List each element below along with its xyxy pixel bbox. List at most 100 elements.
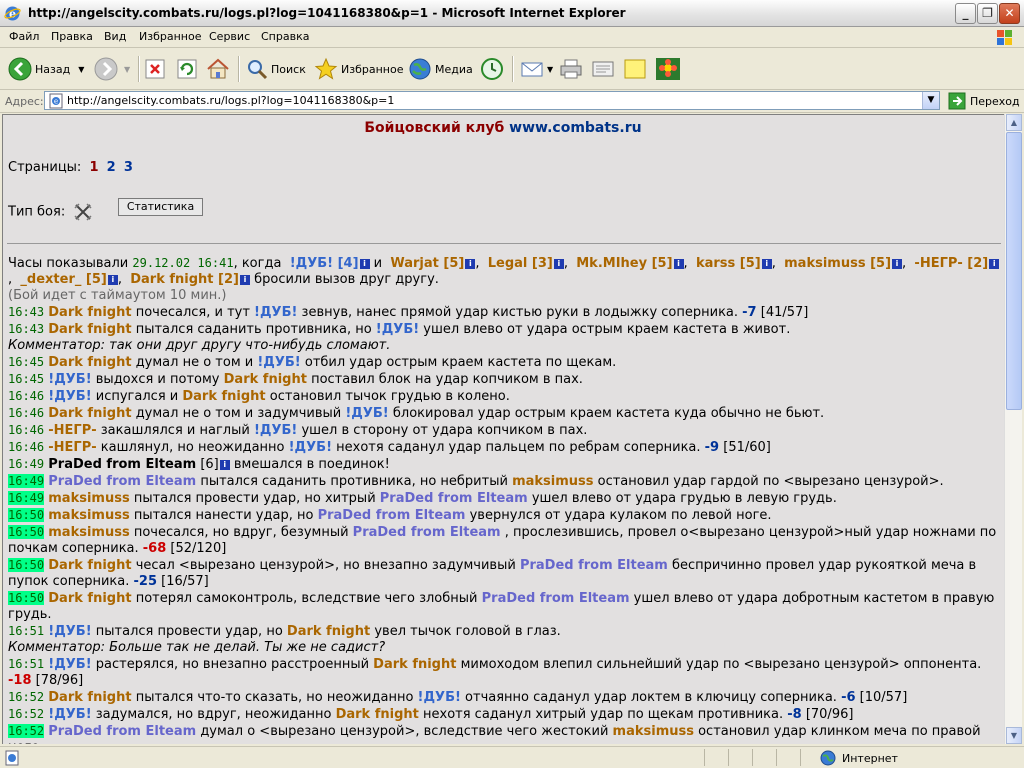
team2-player[interactable]: karss [5] xyxy=(696,256,761,271)
player-name[interactable]: maksimuss xyxy=(48,508,129,523)
player-name[interactable]: Dark fnight xyxy=(287,624,370,639)
stop-button[interactable] xyxy=(144,54,166,84)
team1-player[interactable]: !ДУБ! [4] xyxy=(290,256,359,271)
menu-favorites[interactable]: Избранное xyxy=(139,30,201,43)
info-icon[interactable]: i xyxy=(553,258,564,269)
info-icon[interactable]: i xyxy=(673,258,684,269)
player-name[interactable]: !ДУБ! xyxy=(289,440,332,455)
player-name[interactable]: PraDed from Elteam xyxy=(353,525,501,540)
forward-dropdown-icon[interactable]: ▼ xyxy=(124,65,130,74)
print-button[interactable] xyxy=(559,54,583,84)
vertical-scrollbar[interactable]: ▲ ▼ xyxy=(1004,114,1022,744)
forward-button[interactable]: ▼ xyxy=(94,54,130,84)
menu-view[interactable]: Вид xyxy=(104,30,126,43)
home-button[interactable] xyxy=(206,54,230,84)
player-name[interactable]: !ДУБ! xyxy=(48,372,91,387)
team2-player[interactable]: Dark fnight [2] xyxy=(130,272,239,287)
player-name[interactable]: PraDed from Elteam xyxy=(380,491,528,506)
log-time: 16:43 xyxy=(8,322,45,336)
player-name[interactable]: !ДУБ! xyxy=(257,355,300,370)
mail-button[interactable]: ▼ xyxy=(520,54,553,84)
mail-dropdown-icon[interactable]: ▼ xyxy=(547,65,553,74)
log-line: Комментатор: так они друг другу что-нибу… xyxy=(8,338,1001,354)
team2-player[interactable]: maksimuss [5] xyxy=(784,256,891,271)
player-name[interactable]: maksimuss xyxy=(613,724,694,739)
info-icon[interactable]: i xyxy=(107,274,118,285)
discuss-button[interactable] xyxy=(623,54,647,84)
info-icon[interactable]: i xyxy=(892,258,903,269)
player-name[interactable]: PraDed from Elteam xyxy=(48,724,196,739)
page-link-3[interactable]: 3 xyxy=(124,160,133,175)
menu-help[interactable]: Справка xyxy=(261,30,309,43)
team2-player[interactable]: -НЕГР- [2] xyxy=(914,256,988,271)
player-name[interactable]: Dark fnight xyxy=(48,591,131,606)
player-name[interactable]: !ДУБ! xyxy=(418,690,461,705)
player-name[interactable]: Dark fnight xyxy=(373,657,456,672)
player-name[interactable]: Dark fnight xyxy=(48,355,131,370)
address-dropdown-icon[interactable]: ▼ xyxy=(922,92,939,109)
go-button[interactable]: Переход xyxy=(948,92,1020,110)
player-name[interactable]: !ДУБ! xyxy=(376,322,419,337)
search-button[interactable]: Поиск xyxy=(246,54,306,84)
player-name[interactable]: !ДУБ! xyxy=(254,423,297,438)
history-button[interactable] xyxy=(480,54,504,84)
menu-file[interactable]: Файл xyxy=(9,30,39,43)
player-name[interactable]: -НЕГР- xyxy=(48,440,96,455)
player-name[interactable]: Dark fnight xyxy=(336,707,419,722)
info-icon[interactable]: i xyxy=(359,258,370,269)
minimize-button[interactable]: _ xyxy=(955,3,976,24)
player-name[interactable]: !ДУБ! xyxy=(48,624,91,639)
refresh-button[interactable] xyxy=(176,54,198,84)
address-input[interactable]: e http://angelscity.combats.ru/logs.pl?l… xyxy=(44,91,940,110)
info-icon[interactable]: i xyxy=(989,258,1000,269)
player-name[interactable]: PraDed from Elteam xyxy=(48,474,196,489)
team2-player[interactable]: Warjat [5] xyxy=(390,256,464,271)
player-name[interactable]: -НЕГР- xyxy=(48,423,96,438)
info-icon[interactable]: i xyxy=(239,274,250,285)
menu-tools[interactable]: Сервис xyxy=(209,30,250,43)
player-name[interactable]: Dark fnight xyxy=(48,322,131,337)
team2-player[interactable]: _dexter_ [5] xyxy=(20,272,106,287)
scroll-down-icon[interactable]: ▼ xyxy=(1006,727,1022,744)
scroll-thumb[interactable] xyxy=(1006,132,1022,410)
header-site-link[interactable]: www.combats.ru xyxy=(509,120,641,136)
page-link-2[interactable]: 2 xyxy=(107,160,116,175)
back-button[interactable]: Назад ▼ xyxy=(8,54,84,84)
media-button[interactable]: Медиа xyxy=(408,54,473,84)
player-name[interactable]: !ДУБ! xyxy=(345,406,388,421)
player-name[interactable]: maksimuss xyxy=(512,474,593,489)
player-name[interactable]: !ДУБ! xyxy=(48,707,91,722)
menu-edit[interactable]: Правка xyxy=(51,30,93,43)
player-name[interactable]: PraDed from Elteam xyxy=(482,591,630,606)
player-name[interactable]: !ДУБ! xyxy=(48,657,91,672)
log-line: 16:50 Dark fnight потерял самоконтроль, … xyxy=(8,590,1001,623)
scroll-up-icon[interactable]: ▲ xyxy=(1006,114,1022,131)
player-name[interactable]: !ДУБ! xyxy=(254,305,297,320)
player-name[interactable]: maksimuss xyxy=(48,491,129,506)
player-name[interactable]: Dark fnight xyxy=(48,406,131,421)
team2-player[interactable]: Legal [3] xyxy=(488,256,553,271)
info-icon[interactable]: i xyxy=(465,258,476,269)
player-name[interactable]: Dark fnight xyxy=(48,558,131,573)
player-name[interactable]: PraDed from Elteam xyxy=(520,558,668,573)
favorites-button[interactable]: Избранное xyxy=(314,54,403,84)
player-name[interactable]: Dark fnight xyxy=(224,372,307,387)
player-name[interactable]: PraDed from Elteam xyxy=(318,508,466,523)
team2-player[interactable]: Mk.MIhey [5] xyxy=(576,256,672,271)
info-icon[interactable]: i xyxy=(761,258,772,269)
player-name[interactable]: Dark fnight xyxy=(48,690,131,705)
messenger-button[interactable] xyxy=(655,54,681,84)
player-name[interactable]: !ДУБ! xyxy=(48,389,91,404)
player-name[interactable]: maksimuss xyxy=(48,525,129,540)
log-text: пытался провести удар, но хитрый xyxy=(129,491,380,506)
player-name[interactable]: Dark fnight xyxy=(182,389,265,404)
statistics-button[interactable]: Статистика xyxy=(118,198,203,216)
edit-button[interactable] xyxy=(591,54,615,84)
back-arrow-icon xyxy=(8,57,32,81)
maximize-button[interactable]: ❐ xyxy=(977,3,998,24)
player-name[interactable]: Dark fnight xyxy=(48,305,131,320)
close-button[interactable]: ✕ xyxy=(999,3,1020,24)
player-name[interactable]: PraDed from Elteam xyxy=(48,457,196,472)
info-icon[interactable]: i xyxy=(219,459,230,470)
back-dropdown-icon[interactable]: ▼ xyxy=(78,65,84,74)
